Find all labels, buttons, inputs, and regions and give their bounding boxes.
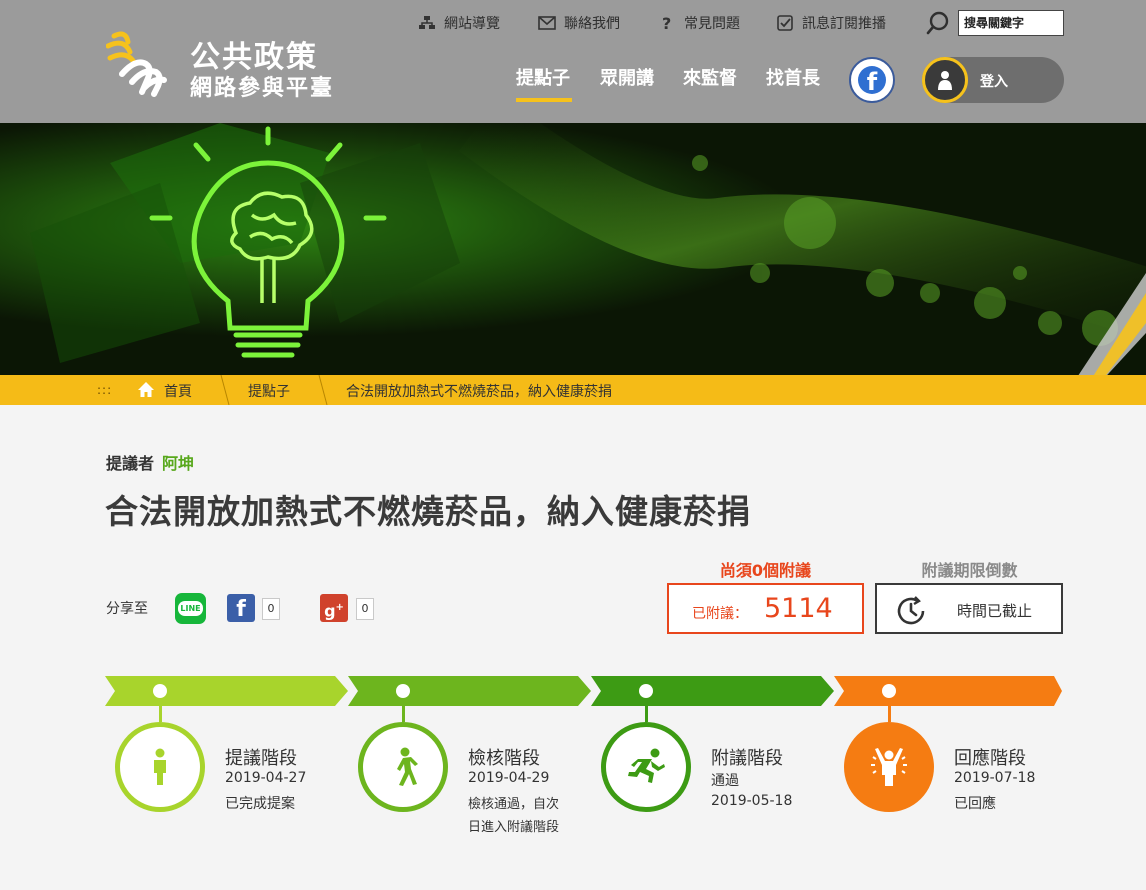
stage-dot xyxy=(153,684,167,698)
util-contact-label: 聯絡我們 xyxy=(564,16,620,32)
login-button[interactable]: 登入 xyxy=(922,57,1064,103)
stage-title: 檢核階段 xyxy=(468,748,540,769)
clock-icon xyxy=(897,596,925,625)
stage-review: 檢核階段 2019-04-29 檢核通過，自次 日進入附議階段 xyxy=(348,676,591,876)
facebook-share-icon[interactable]: f xyxy=(227,594,255,622)
proposer-label: 提議者 xyxy=(106,454,155,473)
util-sitemap-label: 網站導覽 xyxy=(444,16,500,32)
googleplus-share-icon[interactable]: g+ xyxy=(320,594,348,622)
stage-stem xyxy=(888,704,891,722)
site-logo[interactable]: 公共政策 網路參與平臺 xyxy=(106,28,346,101)
mail-icon xyxy=(538,16,556,30)
running-person-icon xyxy=(601,722,691,812)
endorsed-label: 已附議： xyxy=(692,606,748,622)
active-nav-indicator xyxy=(516,98,572,102)
countdown-label: 附議期限倒數 xyxy=(921,561,1018,580)
site-header: 公共政策 網路參與平臺 網站導覽 聯絡我們 ? 常見問題 訊息訂閱推播 提點子 … xyxy=(0,0,1146,123)
breadcrumb-home[interactable]: 首頁 xyxy=(164,381,192,401)
nav-supervise[interactable]: 來監督 xyxy=(683,64,737,90)
line-share-icon[interactable]: LINE xyxy=(175,593,206,624)
facebook-link[interactable]: f xyxy=(849,57,895,103)
question-icon: ? xyxy=(662,14,671,32)
stage-dot xyxy=(882,684,896,698)
stage-bar xyxy=(591,676,834,706)
breadcrumb-separator xyxy=(220,375,230,405)
search-input[interactable] xyxy=(958,10,1064,36)
checkbox-icon xyxy=(777,15,793,31)
stage-result: 通過 xyxy=(711,773,739,789)
proposer-name[interactable]: 阿坤 xyxy=(162,454,194,473)
proposer: 提議者 阿坤 xyxy=(106,450,194,474)
breadcrumb-separator xyxy=(318,375,328,405)
breadcrumb-dots: ::: xyxy=(97,383,113,397)
nav-ideas[interactable]: 提點子 xyxy=(516,64,570,90)
lightbulb-brain-illustration xyxy=(0,123,1146,375)
util-faq-link[interactable]: ? 常見問題 xyxy=(658,12,740,34)
stage-status: 已回應 xyxy=(954,796,996,812)
remaining-endorsements: 尚須0個附議 xyxy=(719,561,812,580)
stage-bar xyxy=(348,676,591,706)
stage-response: 回應階段 2019-07-18 已回應 xyxy=(834,676,1077,876)
logo-mark-icon xyxy=(106,31,167,97)
util-faq-label: 常見問題 xyxy=(684,16,740,32)
stage-dot xyxy=(396,684,410,698)
util-subscribe-link[interactable]: 訊息訂閱推播 xyxy=(776,12,886,34)
standing-person-icon xyxy=(115,722,205,812)
stage-status-cont: 日進入附議階段 xyxy=(468,820,560,835)
util-subscribe-label: 訊息訂閱推播 xyxy=(802,16,886,32)
stage-date: 2019-04-29 xyxy=(468,770,550,786)
breadcrumb-current: 合法開放加熱式不燃燒菸品，納入健康菸捐 xyxy=(346,384,612,400)
endorsed-count: 5114 xyxy=(764,593,833,624)
hero-banner xyxy=(0,123,1146,375)
stage-title: 附議階段 xyxy=(711,748,783,769)
stage-status: 檢核通過，自次 xyxy=(468,797,560,812)
stage-date: 2019-05-18 xyxy=(711,793,793,809)
stage-title: 回應階段 xyxy=(954,748,1026,769)
stage-title: 提議階段 xyxy=(225,748,297,769)
facebook-icon: f xyxy=(858,66,886,94)
stage-stem xyxy=(645,704,648,722)
endorsement-count-box: 已附議： 5114 xyxy=(667,583,864,634)
login-label: 登入 xyxy=(980,74,1008,90)
user-icon xyxy=(922,57,968,103)
stage-bar xyxy=(105,676,348,706)
countdown-status: 時間已截止 xyxy=(957,602,1033,620)
breadcrumb: ::: 首頁 提點子 合法開放加熱式不燃燒菸品，納入健康菸捐 xyxy=(0,375,1146,405)
stage-proposal: 提議階段 2019-04-27 已完成提案 xyxy=(105,676,348,876)
googleplus-share-count: 0 xyxy=(356,598,374,620)
util-contact-link[interactable]: 聯絡我們 xyxy=(538,12,620,34)
share-label: 分享至 xyxy=(106,601,148,617)
stage-date: 2019-04-27 xyxy=(225,770,307,786)
nav-officials[interactable]: 找首長 xyxy=(766,64,820,90)
stage-dot xyxy=(639,684,653,698)
util-sitemap-link[interactable]: 網站導覽 xyxy=(418,12,500,34)
sitemap-icon xyxy=(419,16,435,29)
proposal-title: 合法開放加熱式不燃燒菸品，納入健康菸捐 xyxy=(105,492,751,531)
stage-date: 2019-07-18 xyxy=(954,770,1036,786)
walking-person-icon xyxy=(358,722,448,812)
breadcrumb-ideas[interactable]: 提點子 xyxy=(248,381,290,401)
svg-text:?: ? xyxy=(662,14,671,32)
nav-discuss[interactable]: 眾開講 xyxy=(600,64,654,90)
facebook-share-count: 0 xyxy=(262,598,280,620)
stage-bar xyxy=(834,676,1077,706)
stage-status: 已完成提案 xyxy=(225,796,295,812)
logo-subtitle: 網路參與平臺 xyxy=(190,76,335,101)
search-icon[interactable] xyxy=(926,10,952,36)
cheering-person-icon xyxy=(844,722,934,812)
stage-endorse: 附議階段 通過 2019-05-18 xyxy=(591,676,834,876)
home-icon[interactable] xyxy=(137,381,155,398)
stage-stem xyxy=(159,704,162,722)
countdown-box: 時間已截止 xyxy=(875,583,1063,634)
stage-stem xyxy=(402,704,405,722)
line-icon-text: LINE xyxy=(178,601,203,616)
